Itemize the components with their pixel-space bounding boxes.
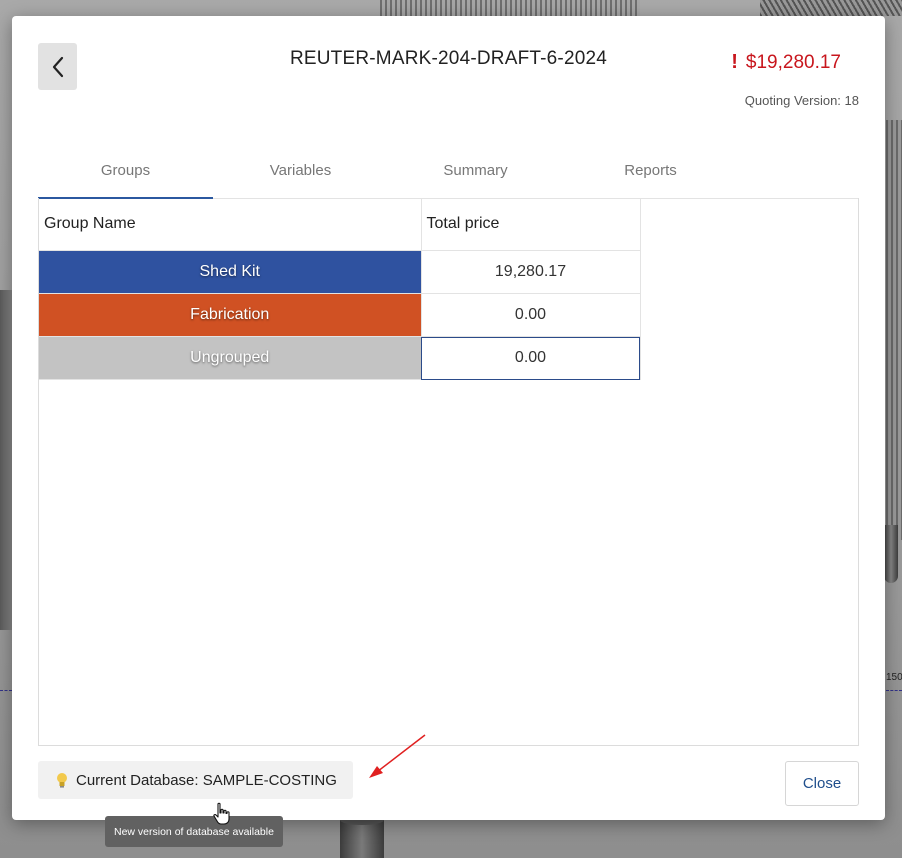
current-database-button[interactable]: Current Database: SAMPLE-COSTING: [38, 761, 353, 799]
total-price-cell[interactable]: 0.00: [421, 336, 641, 380]
dimension-line: [0, 690, 12, 691]
group-name-cell[interactable]: Fabrication: [39, 293, 422, 337]
lightbulb-icon: [57, 773, 67, 788]
annotation-arrow-icon: [369, 734, 426, 778]
column-post: [884, 525, 898, 583]
groups-table: Group Name Total price Shed Kit 19,280.1…: [39, 198, 641, 380]
group-name-cell[interactable]: Shed Kit: [39, 250, 422, 294]
quote-modal: REUTER-MARK-204-DRAFT-6-2024 ! $19,280.1…: [12, 16, 885, 847]
table-row[interactable]: Fabrication 0.00: [39, 293, 641, 337]
wall-panel: [886, 120, 902, 540]
groups-panel: Group Name Total price Shed Kit 19,280.1…: [38, 198, 859, 746]
column-header-group-name[interactable]: Group Name: [39, 198, 422, 251]
total-price-cell[interactable]: 0.00: [421, 293, 641, 337]
dimension-label: 150: [886, 672, 902, 683]
group-name-cell[interactable]: Ungrouped: [39, 336, 422, 380]
quoting-version: Quoting Version: 18: [744, 93, 859, 108]
database-update-tooltip: New version of database available: [105, 816, 283, 847]
total-price-cell[interactable]: 19,280.17: [421, 250, 641, 294]
tab-groups[interactable]: Groups: [38, 150, 213, 199]
roof-panel: [760, 0, 902, 16]
column-header-total-price[interactable]: Total price: [421, 198, 641, 251]
table-row[interactable]: Ungrouped 0.00: [39, 336, 641, 380]
current-database-label: Current Database: SAMPLE-COSTING: [76, 771, 337, 789]
tab-reports[interactable]: Reports: [563, 150, 738, 198]
hand-pointer-icon: [213, 802, 230, 825]
quote-price: ! $19,280.17: [731, 51, 841, 74]
tab-variables[interactable]: Variables: [213, 150, 388, 198]
table-header-row: Group Name Total price: [39, 198, 641, 251]
tab-summary[interactable]: Summary: [388, 150, 563, 198]
price-value: $19,280.17: [745, 51, 841, 73]
tab-bar: Groups Variables Summary Reports: [38, 150, 859, 199]
wall-panel: [0, 290, 12, 630]
close-button[interactable]: Close: [785, 761, 859, 806]
price-alert-icon: !: [731, 51, 738, 73]
table-row[interactable]: Shed Kit 19,280.17: [39, 250, 641, 294]
dimension-line: [886, 690, 902, 691]
